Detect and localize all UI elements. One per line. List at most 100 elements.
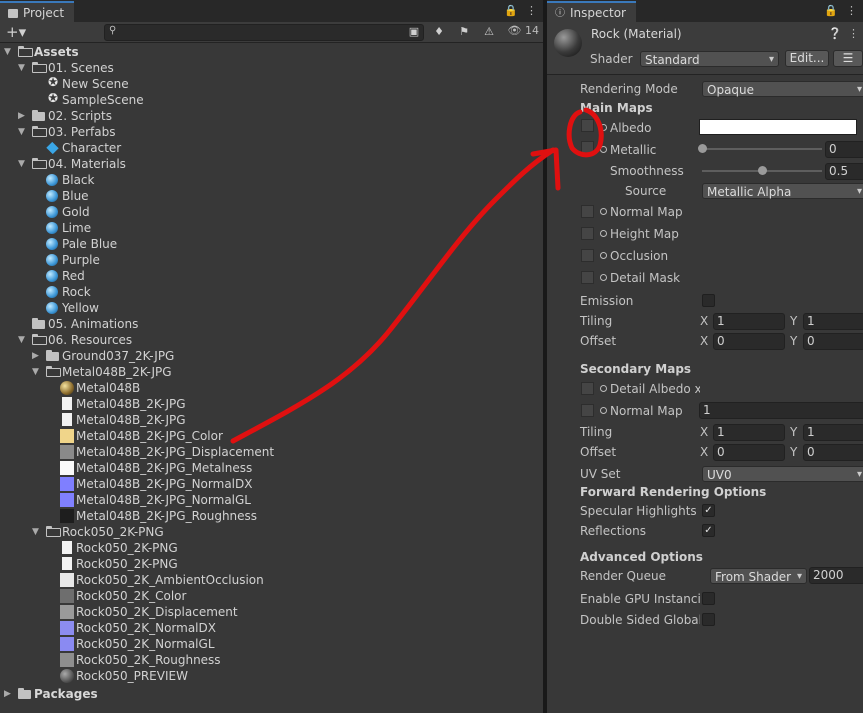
more-menu-icon[interactable]: ⋮	[846, 4, 857, 17]
tree-folder-item[interactable]: ▶ 02. Scripts	[0, 108, 543, 124]
create-button[interactable]: +▾	[6, 23, 26, 41]
expand-arrow-right-icon[interactable]: ▶	[32, 348, 42, 364]
secondary-tiling-y-field[interactable]: 1	[803, 424, 863, 441]
search-input[interactable]: ⚲	[104, 24, 424, 41]
tree-asset-item[interactable]: Rock050_2K_Displacement	[0, 604, 543, 620]
tree-folder-item[interactable]: ▼ 06. Resources	[0, 332, 543, 348]
warning-icon[interactable]: ⚠	[480, 24, 498, 40]
tree-asset-item[interactable]: Yellow	[0, 300, 543, 316]
tree-folder-item[interactable]: ▼ Rock050_2K-PNG	[0, 524, 543, 540]
shader-dropdown[interactable]: Standard	[640, 51, 779, 68]
tree-asset-item[interactable]: Black	[0, 172, 543, 188]
tree-asset-item[interactable]: Metal048B	[0, 380, 543, 396]
expand-arrow-down-icon[interactable]: ▼	[32, 364, 42, 380]
shader-menu-button[interactable]: ☰	[833, 50, 863, 67]
tree-folder-item[interactable]: ▼ 03. Perfabs	[0, 124, 543, 140]
secondary-normal-scale-field[interactable]: 1	[699, 402, 863, 419]
tree-asset-item[interactable]: Rock050_2K-PNG	[0, 540, 543, 556]
settings-icon[interactable]: ⋮	[848, 27, 859, 40]
tree-asset-item[interactable]: Rock050_2K_NormalGL	[0, 636, 543, 652]
metallic-value-field[interactable]: 0	[825, 141, 863, 158]
offset-y-field[interactable]: 0	[803, 333, 863, 350]
offset-x-field[interactable]: 0	[713, 333, 785, 350]
tree-asset-item[interactable]: Lime	[0, 220, 543, 236]
rendering-mode-dropdown[interactable]: Opaque	[702, 81, 863, 98]
tree-folder-item[interactable]: ▼ Metal048B_2K-JPG	[0, 364, 543, 380]
smoothness-slider-knob[interactable]	[758, 166, 767, 175]
expand-arrow-down-icon[interactable]: ▼	[18, 124, 28, 140]
tree-folder-item[interactable]: ▼ 04. Materials	[0, 156, 543, 172]
tree-asset-item[interactable]: Rock050_2K_Roughness	[0, 652, 543, 668]
tiling-x-field[interactable]: 1	[713, 313, 785, 330]
tree-asset-item[interactable]: Metal048B_2K-JPG_Metalness	[0, 460, 543, 476]
smoothness-value-field[interactable]: 0.5	[825, 163, 863, 180]
tree-asset-item[interactable]: Metal048B_2K-JPG_Roughness	[0, 508, 543, 524]
expand-arrow-down-icon[interactable]: ▼	[32, 524, 42, 540]
tree-asset-item[interactable]: Rock050_2K-PNG	[0, 556, 543, 572]
tab-project[interactable]: Project	[0, 1, 75, 24]
tree-asset-item[interactable]: ✪ SampleScene	[0, 91, 543, 108]
tree-asset-item[interactable]: Metal048B_2K-JPG_NormalDX	[0, 476, 543, 492]
secondary-offset-y-field[interactable]: 0	[803, 444, 863, 461]
tiling-y-field[interactable]: 1	[803, 313, 863, 330]
specular-highlights-checkbox[interactable]: ✓	[702, 504, 715, 517]
metallic-slider-knob[interactable]	[698, 144, 707, 153]
expand-arrow-down-icon[interactable]: ▼	[18, 156, 28, 172]
secondary-normal-map-slot[interactable]	[581, 404, 594, 417]
tree-folder-item[interactable]: ▶ Packages	[0, 686, 543, 702]
lock-icon[interactable]: 🔒	[504, 4, 518, 17]
render-queue-dropdown[interactable]: From Shader	[710, 568, 807, 585]
tree-folder-item[interactable]: ▼ Assets	[0, 44, 543, 60]
expand-arrow-down-icon[interactable]: ▼	[18, 332, 28, 348]
tree-asset-item[interactable]: Rock050_2K_NormalDX	[0, 620, 543, 636]
tree-asset-item[interactable]: Character	[0, 140, 543, 156]
occlusion-slot[interactable]	[581, 249, 594, 262]
gpu-instancing-checkbox[interactable]	[702, 592, 715, 605]
expand-arrow-down-icon[interactable]: ▼	[4, 44, 14, 60]
double-sided-gi-checkbox[interactable]	[702, 613, 715, 626]
tree-asset-item[interactable]: Metal048B_2K-JPG	[0, 412, 543, 428]
tree-asset-item[interactable]: Rock050_PREVIEW	[0, 668, 543, 684]
tree-asset-item[interactable]: Blue	[0, 188, 543, 204]
secondary-offset-x-field[interactable]: 0	[713, 444, 785, 461]
detail-albedo-slot[interactable]	[581, 382, 594, 395]
expand-arrow-down-icon[interactable]: ▼	[18, 60, 28, 76]
help-icon[interactable]: ❔	[828, 27, 842, 40]
tree-asset-item[interactable]: Metal048B_2K-JPG	[0, 396, 543, 412]
tree-asset-item[interactable]: Pale Blue	[0, 236, 543, 252]
tree-asset-item[interactable]: Metal048B_2K-JPG_NormalGL	[0, 492, 543, 508]
source-dropdown[interactable]: Metallic Alpha	[702, 183, 863, 200]
tree-asset-item[interactable]: ✪ New Scene	[0, 75, 543, 92]
tree-asset-item[interactable]: Metal048B_2K-JPG_Displacement	[0, 444, 543, 460]
albedo-texture-slot[interactable]	[581, 119, 594, 132]
tab-inspector[interactable]: ⓘ Inspector	[547, 1, 636, 24]
label-tag-icon[interactable]: ⚑	[455, 24, 473, 40]
tree-folder-item[interactable]: ▶ Ground037_2K-JPG	[0, 348, 543, 364]
expand-arrow-right-icon[interactable]: ▶	[4, 686, 14, 702]
albedo-color-field[interactable]	[699, 119, 857, 135]
lock-icon[interactable]: 🔒	[824, 4, 838, 17]
tree-asset-item[interactable]: Rock050_2K_Color	[0, 588, 543, 604]
secondary-tiling-x-field[interactable]: 1	[713, 424, 785, 441]
height-map-slot[interactable]	[581, 227, 594, 240]
tree-asset-item[interactable]: Red	[0, 268, 543, 284]
tree-asset-item[interactable]: Gold	[0, 204, 543, 220]
metallic-texture-slot[interactable]	[581, 141, 594, 154]
tree-asset-item[interactable]: Rock	[0, 284, 543, 300]
expand-arrow-right-icon[interactable]: ▶	[18, 108, 28, 124]
tree-folder-item[interactable]: ▼ 01. Scenes	[0, 60, 543, 76]
render-queue-value-field[interactable]: 2000	[809, 567, 863, 584]
normal-map-slot[interactable]	[581, 205, 594, 218]
filter-icon[interactable]: ♦	[430, 24, 448, 40]
metallic-slider[interactable]	[702, 148, 822, 150]
tree-asset-item[interactable]: Purple	[0, 252, 543, 268]
emission-checkbox[interactable]	[702, 294, 715, 307]
tree-asset-item[interactable]: Metal048B_2K-JPG_Color	[0, 428, 543, 444]
detail-mask-slot[interactable]	[581, 271, 594, 284]
reflections-checkbox[interactable]: ✓	[702, 524, 715, 537]
search-by-type-icon[interactable]: ▣	[405, 24, 423, 40]
tree-asset-item[interactable]: Rock050_2K_AmbientOcclusion	[0, 572, 543, 588]
hidden-packages-counter[interactable]: 👁 14	[508, 24, 539, 37]
more-menu-icon[interactable]: ⋮	[526, 4, 537, 17]
tree-folder-item[interactable]: 05. Animations	[0, 316, 543, 332]
